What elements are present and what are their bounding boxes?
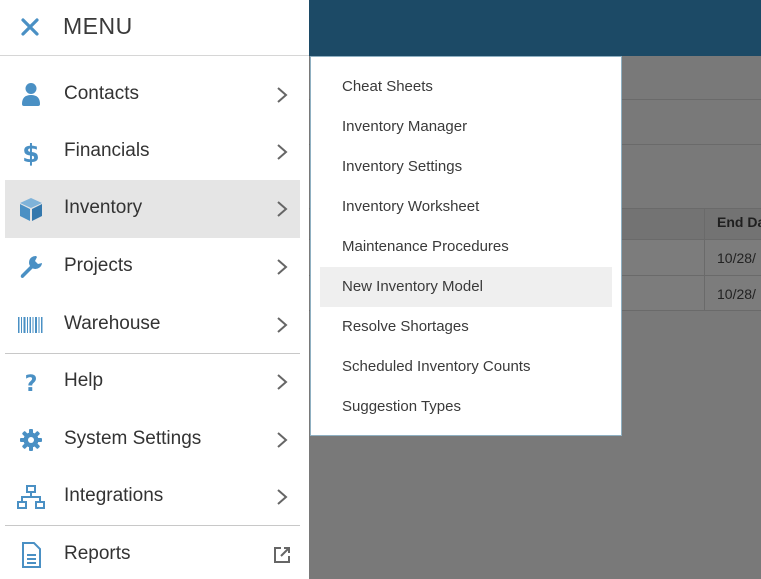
chevron-right-icon bbox=[277, 144, 288, 160]
menu-item-warehouse[interactable]: Warehouse bbox=[5, 296, 300, 354]
menu-item-projects[interactable]: Projects bbox=[5, 238, 300, 296]
submenu-item-maintenance-procedures[interactable]: Maintenance Procedures bbox=[320, 227, 612, 267]
menu-item-system-settings[interactable]: System Settings bbox=[5, 411, 300, 469]
menu-item-financials[interactable]: $ Financials bbox=[5, 123, 300, 181]
svg-text:$: $ bbox=[22, 139, 39, 166]
chevron-right-icon bbox=[277, 259, 288, 275]
submenu-item-label: Maintenance Procedures bbox=[342, 238, 509, 255]
chevron-right-icon bbox=[277, 87, 288, 103]
menu-item-label: Inventory bbox=[64, 197, 143, 218]
submenu-item-inventory-manager[interactable]: Inventory Manager bbox=[320, 107, 612, 147]
submenu-item-new-inventory-model[interactable]: New Inventory Model bbox=[320, 267, 612, 307]
menu-item-label: Contacts bbox=[64, 83, 139, 104]
submenu-item-label: Scheduled Inventory Counts bbox=[342, 358, 531, 375]
menu-item-reports[interactable]: Reports bbox=[5, 526, 300, 579]
barcode-icon bbox=[18, 317, 43, 333]
inventory-submenu: Cheat Sheets Inventory Manager Inventory… bbox=[310, 56, 622, 436]
chevron-right-icon bbox=[277, 201, 288, 217]
chevron-right-icon bbox=[277, 374, 288, 390]
gear-icon bbox=[20, 429, 42, 451]
submenu-item-label: Inventory Settings bbox=[342, 158, 463, 175]
submenu-item-label: New Inventory Model bbox=[342, 278, 483, 295]
menu-item-label: Help bbox=[64, 370, 104, 391]
chevron-right-icon bbox=[277, 432, 288, 448]
chevron-right-icon bbox=[277, 317, 288, 333]
table-column-divider bbox=[704, 208, 705, 311]
menu-title: MENU bbox=[63, 13, 133, 39]
menu-header: MENU bbox=[0, 0, 309, 56]
submenu-item-label: Inventory Worksheet bbox=[342, 198, 480, 215]
external-link-icon bbox=[274, 547, 290, 563]
submenu-item-inventory-worksheet[interactable]: Inventory Worksheet bbox=[320, 187, 612, 227]
side-menu: MENU Contacts $ Financials Inventory Pro… bbox=[0, 0, 309, 579]
dollar-icon: $ bbox=[22, 139, 39, 166]
chevron-right-icon bbox=[277, 489, 288, 505]
submenu-item-label: Cheat Sheets bbox=[342, 78, 433, 95]
table-cell[interactable]: 10/28/ bbox=[717, 286, 756, 302]
submenu-item-scheduled-inventory-counts[interactable]: Scheduled Inventory Counts bbox=[320, 347, 612, 387]
app-header-bar bbox=[309, 0, 761, 56]
menu-item-label: Warehouse bbox=[64, 313, 161, 334]
submenu-item-inventory-settings[interactable]: Inventory Settings bbox=[320, 147, 612, 187]
network-icon bbox=[17, 485, 45, 509]
menu-item-label: Integrations bbox=[64, 485, 164, 506]
question-icon: ? bbox=[25, 372, 38, 396]
document-icon bbox=[22, 542, 41, 568]
person-icon bbox=[22, 83, 40, 106]
menu-item-label: Financials bbox=[64, 140, 150, 161]
menu-item-label: System Settings bbox=[64, 428, 202, 449]
submenu-item-cheat-sheets[interactable]: Cheat Sheets bbox=[320, 67, 612, 107]
wrench-icon bbox=[20, 255, 42, 278]
menu-item-integrations[interactable]: Integrations bbox=[5, 468, 300, 526]
menu-item-label: Projects bbox=[64, 255, 133, 276]
table-header-end-date[interactable]: End Da bbox=[717, 214, 761, 230]
table-cell[interactable]: 10/28/ bbox=[717, 250, 756, 266]
close-icon[interactable] bbox=[19, 16, 41, 38]
box-icon bbox=[20, 198, 42, 221]
menu-item-help[interactable]: ? Help bbox=[5, 353, 300, 411]
menu-item-label: Reports bbox=[64, 543, 131, 564]
submenu-item-label: Inventory Manager bbox=[342, 118, 468, 135]
submenu-item-label: Suggestion Types bbox=[342, 398, 461, 415]
submenu-item-label: Resolve Shortages bbox=[342, 318, 469, 335]
menu-item-contacts[interactable]: Contacts bbox=[5, 66, 300, 124]
svg-text:?: ? bbox=[25, 372, 38, 396]
submenu-item-suggestion-types[interactable]: Suggestion Types bbox=[320, 387, 612, 427]
submenu-item-resolve-shortages[interactable]: Resolve Shortages bbox=[320, 307, 612, 347]
menu-item-inventory[interactable]: Inventory bbox=[5, 180, 300, 238]
